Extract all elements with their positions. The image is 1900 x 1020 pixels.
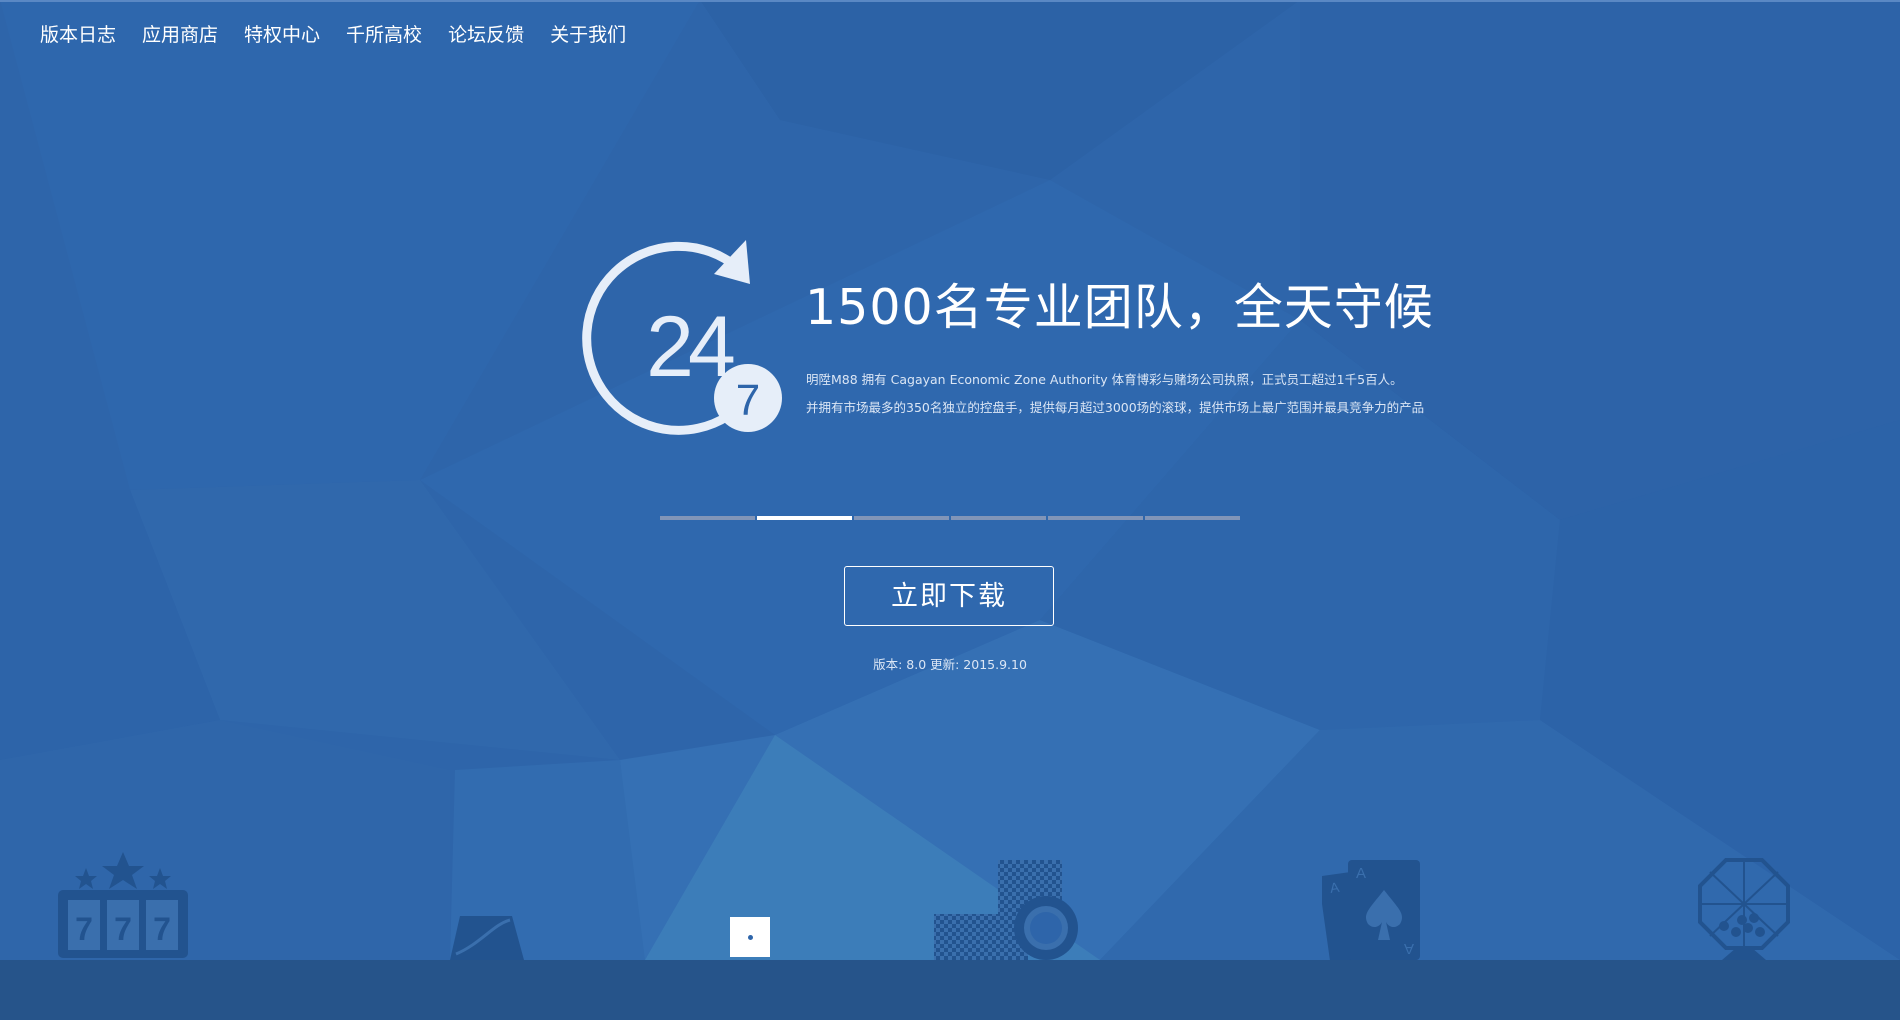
nav-item-changelog[interactable]: 版本日志 <box>40 22 116 48</box>
hero-description-line-2: 并拥有市场最多的350名独立的控盘手，提供每月超过3000场的滚球，提供市场上最… <box>806 400 1425 415</box>
clock-24-7-icon: 24 7 <box>582 240 782 435</box>
playing-cards-icon: A A A <box>1322 860 1420 960</box>
nav-item-app-store[interactable]: 应用商店 <box>142 22 218 48</box>
carousel-dot-1[interactable] <box>660 516 755 520</box>
footer-bar <box>0 960 1900 1020</box>
chat-button[interactable] <box>730 917 770 957</box>
carousel-dot-5[interactable] <box>1048 516 1143 520</box>
top-border <box>0 0 1900 2</box>
lottery-ball-cage-icon <box>1698 858 1790 960</box>
svg-text:7: 7 <box>114 911 132 947</box>
carousel-dot-2[interactable] <box>757 516 852 520</box>
svg-text:7: 7 <box>736 376 760 425</box>
version-info: 版本: 8.0 更新: 2015.9.10 <box>873 657 1027 672</box>
svg-text:A: A <box>1404 940 1414 957</box>
card-shoe-icon <box>450 916 524 960</box>
nav-item-universities[interactable]: 千所高校 <box>346 22 422 48</box>
nav-item-forum-feedback[interactable]: 论坛反馈 <box>448 22 524 48</box>
nav-item-about-us[interactable]: 关于我们 <box>550 22 626 48</box>
carousel-dot-4[interactable] <box>951 516 1046 520</box>
download-button[interactable]: 立即下载 <box>844 566 1054 626</box>
top-nav: 版本日志 应用商店 特权中心 千所高校 论坛反馈 关于我们 <box>40 22 652 48</box>
chat-icon <box>748 935 753 940</box>
poker-chips-icon <box>934 860 1078 960</box>
hero-description-line-1: 明陞M88 拥有 Cagayan Economic Zone Authority… <box>806 372 1403 387</box>
svg-text:7: 7 <box>153 911 171 947</box>
svg-text:A: A <box>1356 865 1366 882</box>
hero-title: 1500名专业团队，全天守候 <box>805 279 1434 336</box>
svg-text:7: 7 <box>75 911 93 947</box>
carousel-pager <box>660 516 1240 520</box>
hero-description: 明陞M88 拥有 Cagayan Economic Zone Authority… <box>806 366 1424 422</box>
carousel-dot-6[interactable] <box>1145 516 1240 520</box>
carousel-dot-3[interactable] <box>854 516 949 520</box>
nav-item-privilege-center[interactable]: 特权中心 <box>244 22 320 48</box>
slot-machine-777-icon: 7 7 7 <box>58 852 188 958</box>
